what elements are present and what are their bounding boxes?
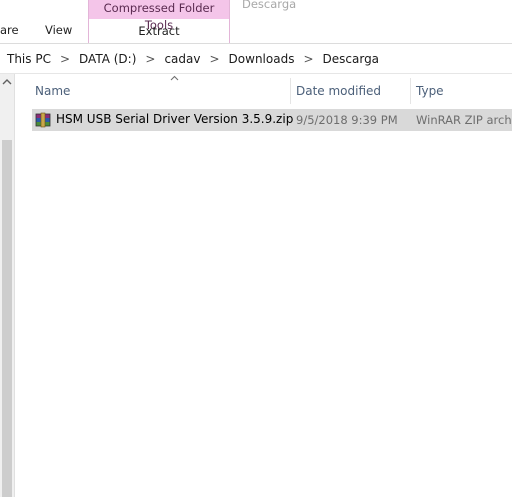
file-date-modified: 9/5/2018 9:39 PM (296, 113, 398, 127)
breadcrumb-cadav[interactable]: cadav (161, 52, 203, 66)
tab-extract[interactable]: Extract (89, 19, 229, 43)
column-header-row: Name Date modified Type (15, 74, 512, 108)
breadcrumb-descarga[interactable]: Descarga (320, 52, 383, 66)
file-row[interactable]: HSM USB Serial Driver Version 3.5.9.zip … (32, 109, 512, 131)
winrar-archive-icon (35, 112, 51, 128)
breadcrumb-data-drive[interactable]: DATA (D:) (76, 52, 139, 66)
chevron-right-icon[interactable]: > (54, 52, 76, 66)
breadcrumb: This PC > DATA (D:) > cadav > Downloads … (4, 45, 382, 73)
chevron-right-icon[interactable]: > (203, 52, 225, 66)
context-tab-header: Compressed Folder Tools (89, 0, 229, 32)
chevron-right-icon[interactable]: > (297, 52, 319, 66)
file-name[interactable]: HSM USB Serial Driver Version 3.5.9.zip (56, 112, 293, 126)
sort-ascending-icon (170, 74, 179, 84)
file-type: WinRAR ZIP archive (416, 113, 512, 127)
tab-share[interactable]: are (0, 18, 19, 42)
chevron-right-icon[interactable]: > (139, 52, 161, 66)
address-bar[interactable]: This PC > DATA (D:) > cadav > Downloads … (0, 45, 512, 74)
column-divider[interactable] (410, 78, 411, 104)
tab-view[interactable]: View (45, 18, 72, 42)
breadcrumb-downloads[interactable]: Downloads (226, 52, 298, 66)
navigation-pane[interactable] (0, 74, 15, 497)
scroll-up-icon[interactable] (0, 78, 14, 98)
window-title: Descarga (242, 0, 297, 11)
column-header-date[interactable]: Date modified (296, 84, 381, 98)
column-divider[interactable] (290, 78, 291, 104)
scrollbar-thumb[interactable] (2, 140, 12, 497)
compressed-folder-tools-group: Compressed Folder Tools Extract (88, 0, 230, 43)
ribbon: are View Compressed Folder Tools Extract… (0, 0, 512, 44)
breadcrumb-this-pc[interactable]: This PC (4, 52, 54, 66)
column-header-name[interactable]: Name (35, 84, 70, 98)
column-header-type[interactable]: Type (416, 84, 444, 98)
